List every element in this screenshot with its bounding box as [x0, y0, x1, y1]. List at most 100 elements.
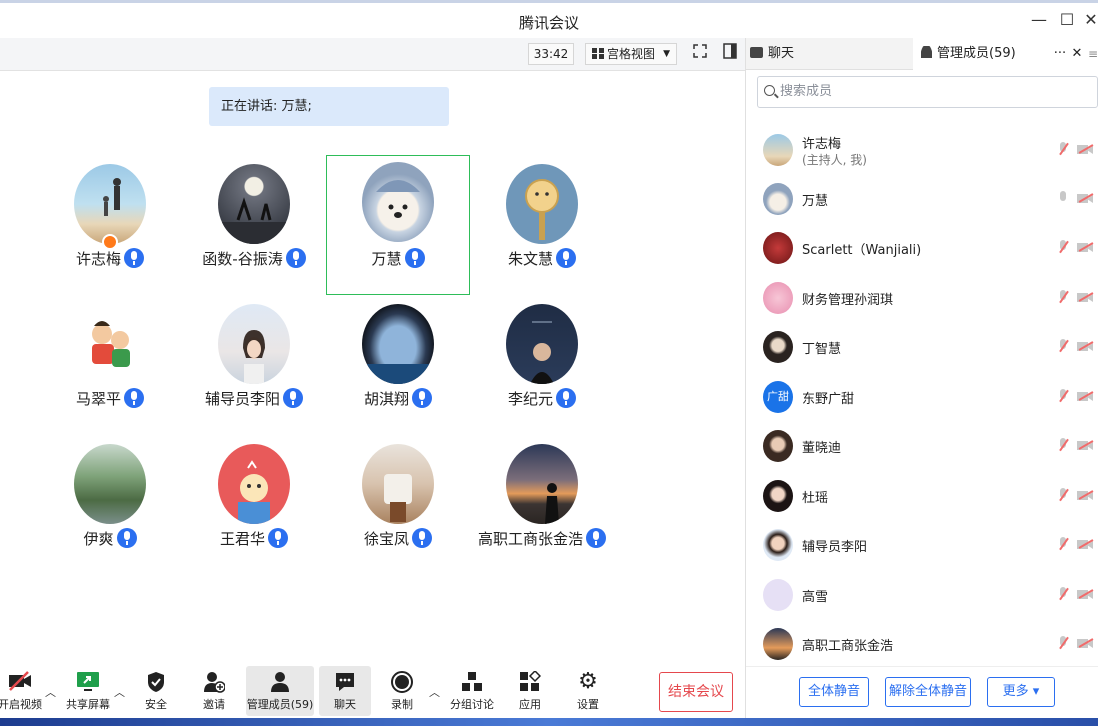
start-video-label: 开启视频 [0, 698, 42, 711]
view-mode-label: 宫格视图 [607, 47, 656, 61]
member-name: 辅导员李阳 [802, 540, 868, 555]
participant-tile[interactable]: 伊爽 [38, 436, 182, 576]
more-options-button[interactable]: 更多 ▾ [987, 677, 1055, 707]
mic-muted-icon[interactable] [1058, 537, 1068, 551]
list-item[interactable]: 董晓迪 [746, 420, 1098, 468]
share-screen-icon [76, 671, 100, 693]
participant-tile-active-speaker[interactable]: 万慧 [326, 155, 470, 295]
tab-chat[interactable]: 聊天 [746, 38, 912, 70]
mic-muted-icon[interactable] [1058, 488, 1068, 502]
maximize-button[interactable]: ☐ [1056, 10, 1078, 29]
list-item[interactable]: 财务管理孙润琪 [746, 272, 1098, 320]
participant-tile[interactable]: 辅导员李阳 [182, 296, 326, 436]
list-item[interactable]: Scarlett（Wanjiali) [746, 222, 1098, 270]
minimize-button[interactable]: — [1028, 10, 1050, 29]
breakout-rooms-button[interactable]: 分组讨论 [444, 666, 500, 716]
participant-name: 许志梅 [75, 250, 121, 268]
manage-members-button[interactable]: 管理成员(59) [246, 666, 314, 716]
video-options-chevron-icon[interactable]: ︿ [45, 684, 56, 700]
settings-button[interactable]: ⚙ 设置 [564, 666, 612, 716]
chat-button[interactable]: 聊天 [319, 666, 371, 716]
mic-muted-icon[interactable] [1058, 290, 1068, 304]
camera-off-icon[interactable] [1077, 589, 1094, 599]
members-icon [268, 671, 292, 693]
list-item[interactable]: 高职工商张金浩 [746, 618, 1098, 666]
chat-tab-icon [750, 47, 763, 58]
avatar [763, 579, 793, 611]
list-item[interactable]: 广甜 东野广甜 [746, 371, 1098, 419]
share-screen-button[interactable]: 共享屏幕 [60, 666, 116, 716]
participant-tile[interactable]: 函数-谷振涛 [182, 156, 326, 296]
participant-tile[interactable]: 王君华 [182, 436, 326, 576]
unmute-all-button[interactable]: 解除全体静音 [885, 677, 971, 707]
view-mode-dropdown[interactable]: 宫格视图 ▼ [585, 43, 677, 65]
mic-muted-icon[interactable] [1058, 339, 1068, 353]
participant-tile[interactable]: 李纪元 [470, 296, 614, 436]
list-item[interactable]: 辅导员李阳 [746, 519, 1098, 567]
avatar [506, 304, 578, 384]
camera-off-icon[interactable] [1077, 292, 1094, 302]
participant-tile[interactable]: 高职工商张金浩 [470, 436, 614, 576]
mic-icon [412, 528, 432, 548]
panel-footer: 全体静音 解除全体静音 更多 ▾ [746, 666, 1098, 718]
share-options-chevron-icon[interactable]: ︿ [114, 684, 125, 700]
record-options-chevron-icon[interactable]: ︿ [429, 684, 440, 700]
mic-icon [124, 248, 144, 268]
video-toolbar: 33:42 宫格视图 ▼ [0, 38, 745, 71]
list-item[interactable]: 万慧 [746, 173, 1098, 221]
sidebar-toggle-icon[interactable] [719, 43, 741, 65]
mic-muted-icon[interactable] [1058, 587, 1068, 601]
camera-off-icon[interactable] [1077, 341, 1094, 351]
start-video-button[interactable]: 开启视频 [0, 666, 48, 716]
mute-all-button[interactable]: 全体静音 [799, 677, 869, 707]
camera-off-icon[interactable] [1077, 242, 1094, 252]
camera-off-icon[interactable] [1077, 391, 1094, 401]
list-item[interactable]: 高雪 [746, 569, 1098, 617]
avatar [218, 444, 290, 524]
camera-off-icon[interactable] [1077, 144, 1094, 154]
add-user-icon [202, 671, 226, 693]
camera-off-icon[interactable] [1077, 440, 1094, 450]
close-window-button[interactable]: ✕ [1080, 10, 1098, 29]
participant-tile[interactable]: 马翠平 [38, 296, 182, 436]
camera-off-icon[interactable] [1077, 539, 1094, 549]
mic-muted-icon[interactable] [1058, 438, 1068, 452]
fullscreen-icon[interactable] [689, 43, 711, 65]
member-search-placeholder: 搜索成员 [780, 84, 833, 99]
participant-name: 徐宝凤 [363, 530, 409, 548]
member-search-input[interactable]: 搜索成员 [757, 76, 1098, 108]
list-item[interactable]: 许志梅 (主持人, 我) [746, 124, 1098, 172]
camera-off-icon[interactable] [1077, 193, 1094, 203]
participant-name: 李纪元 [507, 390, 553, 408]
apps-button[interactable]: 应用 [506, 666, 554, 716]
participant-tile[interactable]: 朱文慧 [470, 156, 614, 296]
member-name: Scarlett（Wanjiali) [802, 243, 922, 258]
apps-icon [518, 669, 542, 693]
mic-muted-icon[interactable] [1058, 142, 1068, 156]
security-button[interactable]: 安全 [132, 666, 180, 716]
mic-muted-icon[interactable] [1058, 240, 1068, 254]
camera-off-icon[interactable] [1077, 490, 1094, 500]
list-item[interactable]: 杜瑶 [746, 470, 1098, 518]
participant-tile[interactable]: 许志梅 [38, 156, 182, 296]
security-label: 安全 [145, 698, 167, 711]
panel-close-icon[interactable]: ✕ [1067, 38, 1087, 70]
avatar [218, 164, 290, 244]
list-item[interactable]: 丁智慧 [746, 321, 1098, 369]
avatar [763, 529, 793, 561]
end-meeting-button[interactable]: 结束会议 [659, 672, 733, 712]
invite-button[interactable]: 邀请 [190, 666, 238, 716]
avatar [763, 430, 793, 462]
mic-muted-icon[interactable] [1058, 636, 1068, 650]
camera-off-icon[interactable] [1077, 638, 1094, 648]
avatar [763, 282, 793, 314]
avatar [362, 444, 434, 524]
mic-icon[interactable] [1058, 191, 1068, 205]
participant-tile[interactable]: 徐宝凤 [326, 436, 470, 576]
panel-menu-icon[interactable]: ≡ [1087, 38, 1098, 70]
mic-muted-icon[interactable] [1058, 389, 1068, 403]
mic-icon [124, 388, 144, 408]
camera-off-icon [8, 671, 32, 693]
participant-tile[interactable]: 胡淇翔 [326, 296, 470, 436]
record-button[interactable]: 录制 [378, 666, 426, 716]
